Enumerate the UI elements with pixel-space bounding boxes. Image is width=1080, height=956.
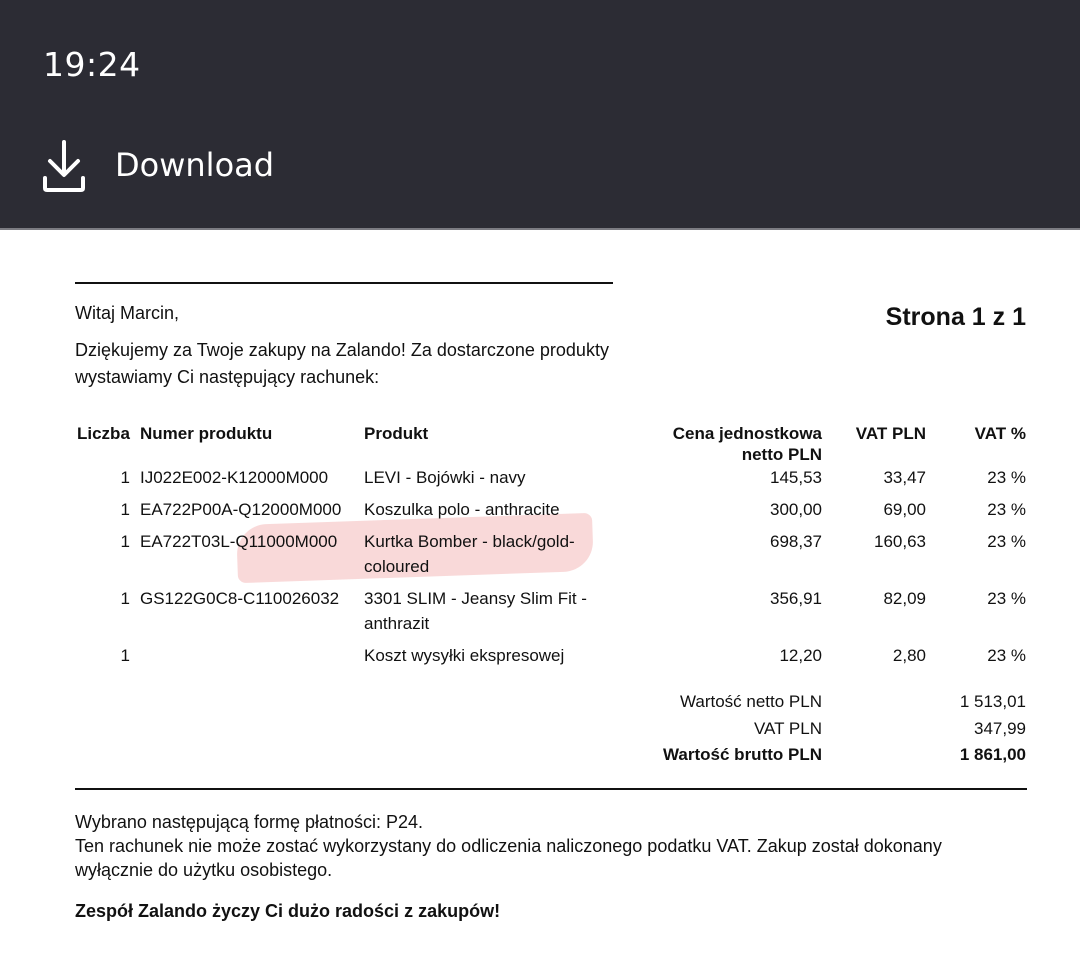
col-header-unit-price: Cena jednostkowa netto PLN — [620, 421, 822, 467]
row-unit-price: 145,53 — [770, 468, 822, 487]
intro-line: Dziękujemy za Twoje zakupy na Zalando! Z… — [75, 340, 609, 360]
total-gross-label: Wartość brutto PLN — [663, 745, 822, 764]
document-bottom-rule — [75, 788, 1027, 790]
closing-message: Zespół Zalando życzy Ci dużo radości z z… — [75, 901, 501, 921]
row-product-number: IJ022E002-K12000M000 — [140, 468, 329, 487]
row-vat-pct: 23 % — [987, 532, 1026, 551]
col-header-qty: Liczba — [77, 424, 130, 443]
total-net-value: 1 513,01 — [959, 692, 1026, 711]
row-product-number: GS122G0C8-C110026032 — [140, 589, 340, 608]
row-product-continued: coloured — [364, 557, 430, 576]
row-vat-pct: 23 % — [987, 646, 1026, 665]
row-unit-price: 698,37 — [770, 532, 822, 551]
col-header-product: Produkt — [364, 424, 429, 443]
row-vat-pln: 160,63 — [874, 532, 926, 551]
row-vat-pln: 2,80 — [892, 646, 926, 665]
row-vat-pct: 23 % — [987, 468, 1026, 487]
greeting: Witaj Marcin, — [75, 303, 180, 323]
row-unit-price: 356,91 — [770, 589, 822, 608]
row-product-number: EA722P00A-Q12000M000 — [140, 500, 342, 519]
col-header-vat-pln: VAT PLN — [855, 424, 926, 443]
row-product: Koszulka polo - anthracite — [364, 500, 560, 519]
row-product: LEVI - Bojówki - navy — [364, 468, 526, 487]
download-button[interactable]: Download — [42, 140, 322, 194]
row-product: 3301 SLIM - Jeansy Slim Fit - — [364, 589, 587, 608]
col-header-vat-pct: VAT % — [974, 424, 1026, 443]
vat-notice: Ten rachunek nie może zostać wykorzystan… — [75, 836, 942, 880]
row-product: Koszt wysyłki ekspresowej — [364, 646, 565, 665]
row-unit-price: 12,20 — [779, 646, 822, 665]
row-unit-price: 300,00 — [770, 500, 822, 519]
download-label: Download — [115, 146, 275, 184]
download-icon — [43, 140, 85, 192]
row-product-continued: anthrazit — [364, 614, 430, 633]
total-net-label: Wartość netto PLN — [679, 692, 822, 711]
page-number: Strona 1 z 1 — [885, 303, 1026, 331]
row-qty: 1 — [120, 532, 130, 551]
row-product: Kurtka Bomber - black/gold- — [364, 532, 575, 551]
row-vat-pln: 69,00 — [883, 500, 926, 519]
row-qty: 1 — [120, 646, 130, 665]
row-vat-pct: 23 % — [987, 500, 1026, 519]
row-qty: 1 — [120, 500, 130, 519]
row-product-number: EA722T03L-Q11000M000 — [140, 532, 338, 551]
total-vat-value: 347,99 — [974, 719, 1026, 738]
status-time: 19:24 — [43, 45, 141, 84]
row-vat-pln: 82,09 — [883, 589, 926, 608]
payment-info: Wybrano następującą formę płatności: P24… — [75, 810, 1035, 882]
total-vat-label: VAT PLN — [753, 719, 822, 738]
total-gross-value: 1 861,00 — [959, 745, 1026, 764]
row-qty: 1 — [120, 468, 130, 487]
row-qty: 1 — [120, 589, 130, 608]
document-top-rule — [75, 282, 613, 284]
payment-method: Wybrano następującą formę płatności: P24… — [75, 812, 424, 832]
intro-text: Dziękujemy za Twoje zakupy na Zalando! Z… — [75, 337, 675, 391]
row-vat-pln: 33,47 — [883, 468, 926, 487]
col-header-product-number: Numer produktu — [140, 424, 273, 443]
row-vat-pct: 23 % — [987, 589, 1026, 608]
intro-line: wystawiamy Ci następujący rachunek: — [75, 367, 380, 387]
top-bar: 19:24 Download — [0, 0, 1080, 230]
